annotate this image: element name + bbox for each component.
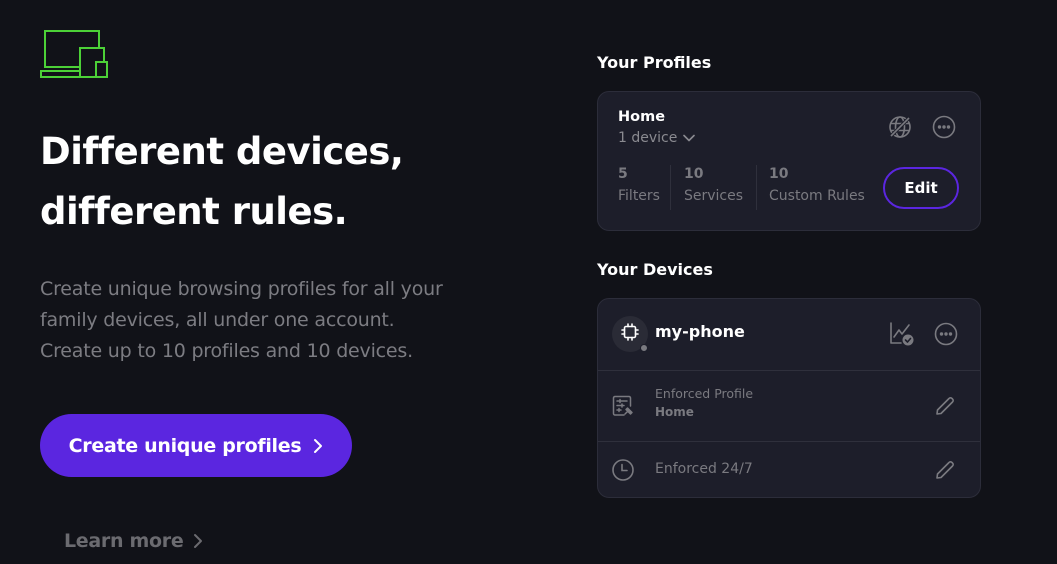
hero-description: Create unique browsing profiles for all … — [40, 274, 520, 367]
enforced-profile-row: Enforced Profile Home — [598, 370, 980, 441]
chevron-right-icon — [193, 533, 203, 549]
globe-off-icon[interactable] — [887, 114, 913, 140]
headline-line-2: different rules. — [40, 190, 348, 233]
profile-devices-dropdown[interactable]: 1 device — [618, 130, 696, 146]
stat-filters: 5 Filters — [618, 166, 660, 204]
analytics-check-icon[interactable] — [889, 321, 915, 347]
enforced-schedule-text: Enforced 24/7 — [655, 461, 753, 477]
stat-value: 10 — [769, 166, 789, 182]
chip-icon — [620, 322, 640, 346]
description-line: Create unique browsing profiles for all … — [40, 278, 443, 300]
chevron-down-icon — [683, 130, 696, 146]
device-name: my-phone — [655, 322, 745, 341]
profile-devices-count: 1 device — [618, 130, 678, 146]
device-status-dot — [640, 344, 648, 352]
enforced-schedule-row: Enforced 24/7 — [598, 441, 980, 498]
more-options-icon[interactable] — [933, 321, 959, 347]
stat-label: Filters — [618, 188, 660, 204]
learn-more-link[interactable]: Learn more — [64, 526, 203, 556]
edit-pencil-icon[interactable] — [932, 393, 958, 419]
edit-pencil-icon[interactable] — [932, 457, 958, 483]
clock-icon — [611, 458, 635, 486]
stat-custom-rules: 10 Custom Rules — [769, 166, 865, 204]
stat-divider — [670, 165, 671, 210]
stat-value: 10 — [684, 166, 704, 182]
enforced-profile-label: Enforced Profile — [655, 386, 754, 401]
stat-services: 10 Services — [684, 166, 743, 204]
stat-value: 5 — [618, 166, 628, 182]
stat-label: Custom Rules — [769, 188, 865, 204]
cta-label: Create unique profiles — [68, 434, 302, 457]
devices-logo-icon — [40, 30, 110, 80]
device-card: my-phone Enforced Profile Home Enforced … — [597, 298, 981, 498]
learn-more-label: Learn more — [64, 530, 184, 552]
profile-card: Home 1 device 5 Filters 10 Services 10 C… — [597, 91, 981, 231]
hero-headline: Different devices, different rules. — [40, 122, 560, 242]
more-options-icon[interactable] — [931, 114, 957, 140]
stat-divider — [756, 165, 757, 210]
description-line: family devices, all under one account. — [40, 309, 395, 331]
headline-line-1: Different devices, — [40, 130, 404, 173]
stat-label: Services — [684, 188, 744, 204]
create-unique-profiles-button[interactable]: Create unique profiles — [40, 414, 352, 477]
your-profiles-title: Your Profiles — [597, 53, 712, 72]
profile-settings-icon — [611, 394, 635, 422]
description-line: Create up to 10 profiles and 10 devices. — [40, 340, 413, 362]
enforced-profile-value: Home — [655, 405, 694, 419]
profile-name: Home — [618, 109, 666, 125]
chevron-right-icon — [313, 438, 323, 454]
edit-profile-button[interactable]: Edit — [883, 167, 959, 209]
your-devices-title: Your Devices — [597, 260, 713, 279]
